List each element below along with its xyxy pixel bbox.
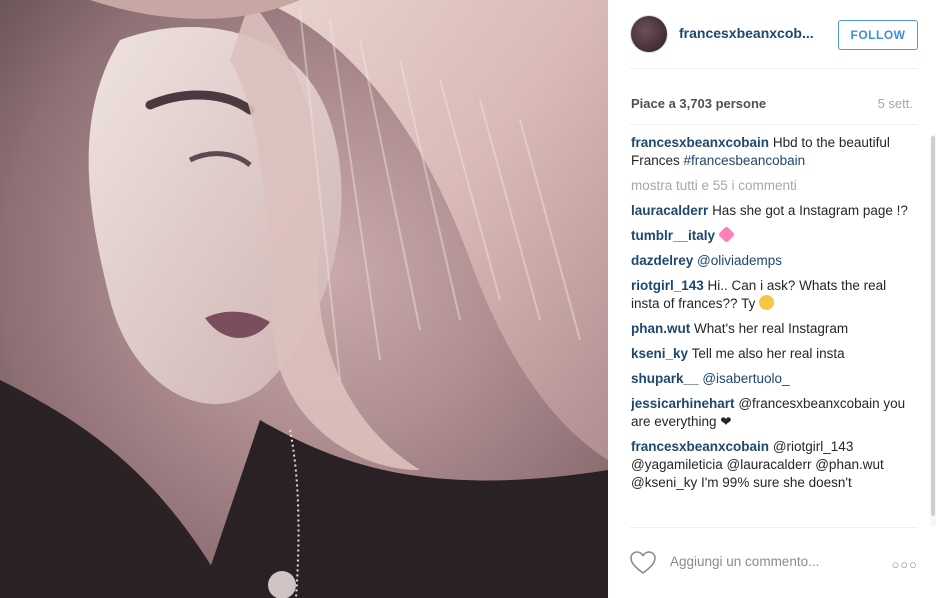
- post-author-username[interactable]: francesxbeanxcob...: [679, 25, 829, 41]
- comment-text: What's her real Instagram: [694, 321, 849, 336]
- header-divider: [630, 68, 918, 69]
- comment-username[interactable]: riotgirl_143: [631, 278, 704, 293]
- comment-item: tumblr__italy: [631, 226, 911, 245]
- comments-scrollbar[interactable]: [930, 134, 936, 526]
- add-comment-input[interactable]: Aggiungi un commento...: [670, 554, 819, 569]
- comment-item: riotgirl_143 Hi.. Can i ask? Whats the r…: [631, 277, 911, 313]
- comment-mention[interactable]: @oliviademps: [697, 253, 782, 268]
- avatar[interactable]: [630, 15, 668, 53]
- comment-item: phan.wut What's her real Instagram: [631, 320, 911, 338]
- caption: francesxbeanxcobain Hbd to the beautiful…: [631, 134, 911, 170]
- heart-icon[interactable]: [630, 551, 656, 575]
- caption-username[interactable]: francesxbeanxcobain: [631, 135, 769, 150]
- comment-item: shupark__ @isabertuolo_: [631, 370, 911, 388]
- likes-divider: [630, 124, 918, 125]
- post-footer: Aggiungi un commento... ○○○: [608, 527, 936, 598]
- comment-item: dazdelrey @oliviademps: [631, 252, 911, 270]
- show-all-comments-link[interactable]: mostra tutti e 55 i commenti: [631, 177, 911, 195]
- comment-username[interactable]: dazdelrey: [631, 253, 693, 268]
- comment-text: Tell me also her real insta: [691, 346, 845, 361]
- follow-button[interactable]: FOLLOW: [838, 20, 918, 50]
- post-time[interactable]: 5 sett.: [878, 96, 913, 111]
- comment-username[interactable]: shupark__: [631, 371, 699, 386]
- post-header: francesxbeanxcob... FOLLOW: [608, 0, 936, 68]
- sparkling-heart-icon: [717, 226, 735, 243]
- more-options-icon[interactable]: ○○○: [891, 557, 918, 572]
- post-photo[interactable]: [0, 0, 608, 598]
- comment-item: kseni_ky Tell me also her real insta: [631, 345, 911, 363]
- comment-username[interactable]: phan.wut: [631, 321, 690, 336]
- comments-list: francesxbeanxcobain Hbd to the beautiful…: [631, 134, 911, 526]
- comment-username[interactable]: lauracalderr: [631, 203, 708, 218]
- comment-text: Has she got a Instagram page !?: [712, 203, 908, 218]
- scrollbar-thumb[interactable]: [931, 136, 935, 516]
- comment-username[interactable]: kseni_ky: [631, 346, 688, 361]
- likes-count[interactable]: Piace a 3,703 persone: [631, 96, 766, 111]
- comment-mention[interactable]: @isabertuolo_: [702, 371, 789, 386]
- comment-item: jessicarhinehart @francesxbeanxcobain yo…: [631, 395, 911, 431]
- portrait-illustration: [0, 0, 608, 598]
- post-details-panel: francesxbeanxcob... FOLLOW Piace a 3,703…: [608, 0, 936, 598]
- caption-hashtag[interactable]: #francesbeancobain: [684, 153, 806, 168]
- comment-username[interactable]: francesxbeanxcobain: [631, 439, 769, 454]
- kiss-face-icon: [759, 295, 775, 310]
- comment-item: francesxbeanxcobain @riotgirl_143 @yagam…: [631, 438, 911, 492]
- comment-username[interactable]: tumblr__italy: [631, 228, 715, 243]
- comment-item: lauracalderr Has she got a Instagram pag…: [631, 202, 911, 220]
- comment-username[interactable]: jessicarhinehart: [631, 396, 735, 411]
